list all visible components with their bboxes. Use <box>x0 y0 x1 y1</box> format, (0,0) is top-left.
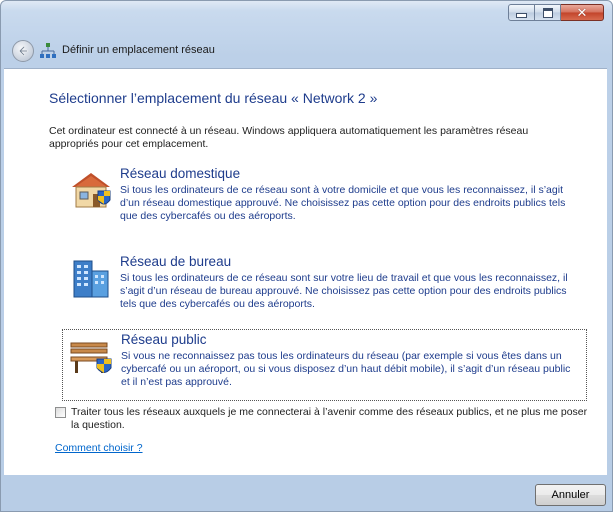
window-title: Définir un emplacement réseau <box>62 44 215 56</box>
close-icon: ✕ <box>576 5 588 20</box>
option-work-description: Si tous les ordinateurs de ce réseau son… <box>120 272 568 310</box>
option-public-title: Réseau public <box>121 332 207 347</box>
option-work-title: Réseau de bureau <box>120 254 232 269</box>
option-home-title: Réseau domestique <box>120 166 241 181</box>
network-icon <box>40 43 56 58</box>
option-home-network[interactable]: Réseau domestique Si tous les ordinateur… <box>62 164 587 234</box>
public-network-icon <box>70 342 112 373</box>
back-button[interactable] <box>12 40 34 62</box>
work-network-icon <box>73 260 109 298</box>
treat-all-public-label[interactable]: Traiter tous les réseaux auxquels je me … <box>71 406 595 432</box>
option-work-network[interactable]: Réseau de bureau Si tous les ordinateurs… <box>62 252 587 322</box>
home-network-icon <box>72 173 111 208</box>
back-arrow-icon <box>18 45 29 57</box>
treat-all-public-row[interactable]: Traiter tous les réseaux auxquels je me … <box>55 406 595 432</box>
minimize-icon <box>516 13 527 18</box>
option-public-description: Si vous ne reconnaissez pas tous les ord… <box>121 350 571 388</box>
option-home-description: Si tous les ordinateurs de ce réseau son… <box>120 184 566 222</box>
window-controls: ✕ <box>508 4 604 21</box>
minimize-button[interactable] <box>508 4 535 21</box>
intro-text: Cet ordinateur est connecté à un réseau.… <box>49 125 529 150</box>
page-title: Sélectionner l’emplacement du réseau « N… <box>49 90 378 106</box>
maximize-button[interactable] <box>535 4 561 21</box>
option-public-network[interactable]: Réseau public Si vous ne reconnaissez pa… <box>62 329 587 401</box>
cancel-button[interactable]: Annuler <box>535 484 606 506</box>
help-link[interactable]: Comment choisir ? <box>55 442 143 454</box>
treat-all-public-checkbox[interactable] <box>55 407 66 418</box>
maximize-icon <box>542 7 553 18</box>
close-button[interactable]: ✕ <box>561 4 604 21</box>
